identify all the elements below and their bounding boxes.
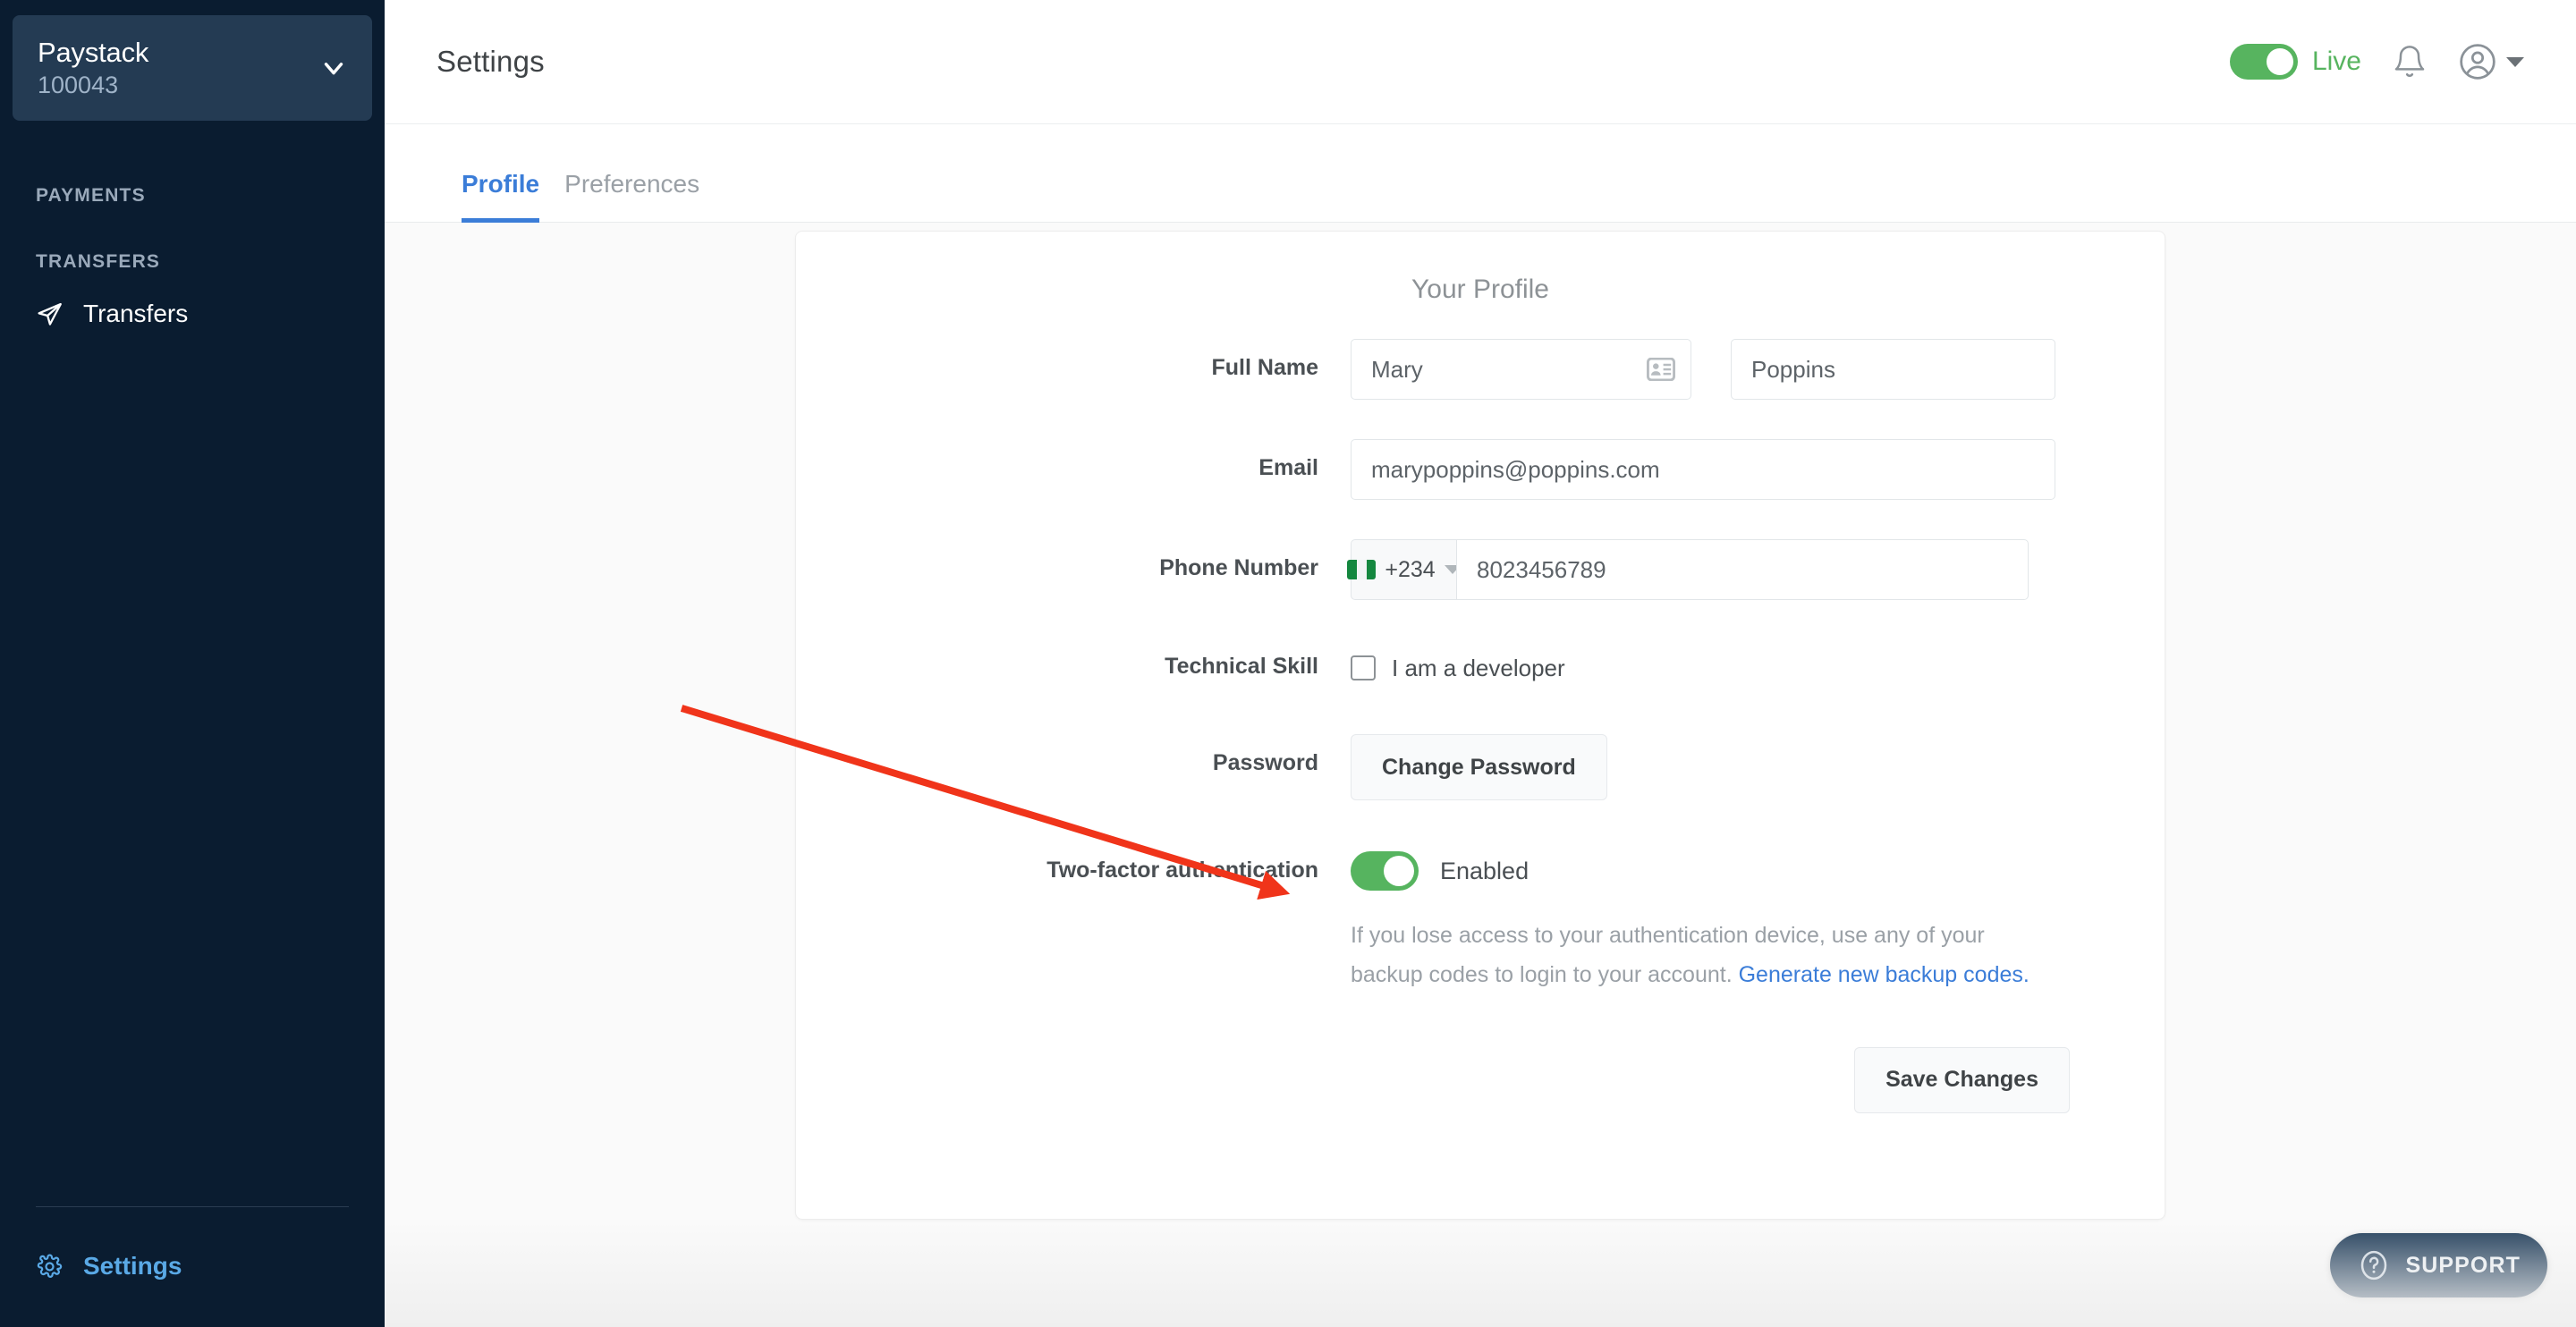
profile-card-title: Your Profile	[1411, 275, 1549, 304]
support-button-label: SUPPORT	[2405, 1252, 2521, 1278]
form-row-two-factor: Two-factor authentication Enabled If you…	[796, 838, 2165, 995]
live-mode-switch[interactable]	[2229, 44, 2298, 80]
account-switcher[interactable]: Paystack 100043	[13, 15, 372, 121]
email-input[interactable]: marypoppins@poppins.com	[1351, 439, 2055, 500]
sidebar-divider	[36, 1206, 349, 1207]
sidebar-item-settings-label: Settings	[83, 1252, 182, 1280]
email-controls: marypoppins@poppins.com	[1351, 439, 2165, 500]
two-factor-controls: Enabled If you lose access to your authe…	[1351, 838, 2165, 995]
technical-skill-controls: I am a developer	[1351, 638, 2165, 698]
question-circle-icon	[2361, 1250, 2387, 1281]
sidebar-item-transfers[interactable]: Transfers	[0, 292, 385, 335]
generate-backup-codes-link[interactable]: Generate new backup codes.	[1739, 962, 2029, 987]
phone-label: Phone Number	[1159, 555, 1318, 580]
form-row-technical-skill: Technical Skill I am a developer	[796, 638, 2165, 698]
technical-skill-label: Technical Skill	[1165, 654, 1318, 679]
first-name-wrap: Mary	[1351, 339, 1691, 400]
save-changes-button[interactable]: Save Changes	[1854, 1046, 2070, 1113]
two-factor-label: Two-factor authentication	[1046, 858, 1318, 883]
account-name: Paystack	[38, 36, 149, 68]
sidebar-bottom: Settings	[0, 1206, 385, 1327]
main-area: Settings Live Profile Preferences Your P…	[385, 0, 2576, 1327]
send-icon	[36, 300, 64, 328]
sidebar: Paystack 100043 PAYMENTS TRANSFERS Trans…	[0, 0, 385, 1327]
developer-checkbox-label: I am a developer	[1392, 654, 1565, 681]
full-name-controls: Mary Poppins	[1351, 339, 2165, 400]
form-row-save: Save Changes	[796, 1046, 2165, 1113]
page-title: Settings	[436, 45, 545, 78]
account-menu[interactable]	[2458, 42, 2524, 81]
last-name-input[interactable]: Poppins	[1731, 339, 2055, 400]
form-row-email: Email marypoppins@poppins.com	[796, 439, 2165, 500]
sidebar-section-payments-label: PAYMENTS	[36, 185, 146, 206]
support-button[interactable]: SUPPORT	[2330, 1233, 2547, 1297]
developer-checkbox[interactable]	[1351, 655, 1376, 680]
live-mode-toggle[interactable]: Live	[2229, 44, 2361, 80]
account-id: 100043	[38, 72, 119, 99]
country-code-select[interactable]: +234	[1347, 539, 1461, 600]
live-mode-label: Live	[2311, 46, 2361, 76]
sidebar-item-transfers-label: Transfers	[83, 300, 189, 327]
two-factor-help-text: If you lose access to your authenticatio…	[1351, 917, 2048, 995]
top-bar-actions: Live	[2229, 42, 2524, 81]
tabs-bar: Profile Preferences	[385, 124, 2576, 223]
caret-down-icon	[2506, 56, 2524, 67]
phone-number-input[interactable]: 8023456789	[1456, 539, 2029, 600]
full-name-label: Full Name	[1211, 355, 1318, 380]
user-circle-icon	[2460, 44, 2496, 80]
profile-form: Full Name Mary Poppins Email marypoppins…	[796, 339, 2165, 1113]
form-row-phone: Phone Number +234 8023456789	[796, 539, 2165, 600]
email-label: Email	[1258, 455, 1318, 480]
password-controls: Change Password	[1351, 734, 2165, 800]
sidebar-item-settings[interactable]: Settings	[0, 1239, 385, 1293]
form-row-password: Password Change Password	[796, 734, 2165, 800]
account-switcher-text: Paystack 100043	[38, 37, 318, 100]
tab-preferences[interactable]: Preferences	[539, 170, 724, 222]
first-name-input[interactable]: Mary	[1351, 339, 1691, 400]
two-factor-toggle[interactable]	[1351, 851, 1419, 891]
sidebar-section-transfers-label: TRANSFERS	[36, 251, 161, 272]
gear-icon	[36, 1253, 64, 1281]
profile-card: Your Profile Full Name Mary Poppins Emai…	[795, 231, 2165, 1220]
content-area: Your Profile Full Name Mary Poppins Emai…	[385, 223, 2576, 1327]
app-root: Paystack 100043 PAYMENTS TRANSFERS Trans…	[0, 0, 2576, 1327]
country-code-value: +234	[1385, 556, 1436, 582]
nigeria-flag-icon	[1347, 560, 1377, 579]
two-factor-state-label: Enabled	[1440, 857, 1530, 884]
chevron-down-icon	[324, 63, 343, 75]
top-bar: Settings Live	[385, 0, 2576, 124]
password-label: Password	[1212, 750, 1318, 775]
contact-card-icon[interactable]	[1647, 358, 1675, 381]
bell-icon[interactable]	[2392, 42, 2428, 81]
phone-controls: +234 8023456789	[1347, 539, 2165, 600]
form-row-full-name: Full Name Mary Poppins	[796, 339, 2165, 400]
last-name-wrap: Poppins	[1731, 339, 2055, 400]
change-password-button[interactable]: Change Password	[1351, 734, 1607, 800]
